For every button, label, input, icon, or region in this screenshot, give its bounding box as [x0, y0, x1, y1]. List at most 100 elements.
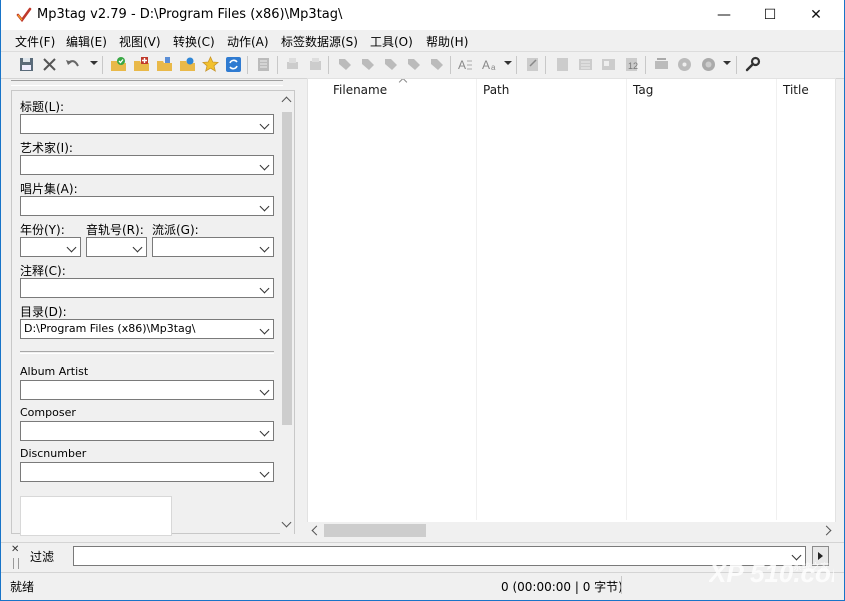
- comment-label: 注释(C):: [20, 264, 66, 278]
- filename-filename-icon[interactable]: [382, 55, 401, 74]
- menu-convert[interactable]: 转换(C): [173, 33, 215, 50]
- status-text: 就绪: [10, 580, 35, 594]
- chevron-down-icon[interactable]: [66, 242, 77, 253]
- column-header-title[interactable]: Title: [783, 83, 809, 97]
- close-button[interactable]: ✕: [793, 0, 839, 30]
- favorites-star-icon[interactable]: [201, 55, 220, 74]
- discogs-icon[interactable]: [699, 55, 718, 74]
- chevron-down-icon[interactable]: [259, 385, 270, 396]
- chevron-down-icon[interactable]: [259, 242, 270, 253]
- filter-input[interactable]: [73, 546, 806, 566]
- menu-edit[interactable]: 编辑(E): [66, 33, 107, 50]
- auto-numbering-icon[interactable]: A: [456, 55, 475, 74]
- menu-actions[interactable]: 动作(A): [227, 33, 269, 50]
- album-field[interactable]: [20, 196, 274, 216]
- musicbrainz-icon[interactable]: [675, 55, 694, 74]
- chevron-down-icon[interactable]: [259, 324, 270, 335]
- year-field[interactable]: [20, 237, 81, 257]
- genre-field[interactable]: [152, 237, 274, 257]
- directory-value: D:\Program Files (x86)\Mp3tag\: [24, 322, 196, 335]
- filter-grip[interactable]: [13, 558, 19, 569]
- freedb-icon[interactable]: [652, 55, 671, 74]
- column-header-tag[interactable]: Tag: [633, 83, 653, 97]
- menu-tag-sources[interactable]: 标签数据源(S): [281, 33, 358, 50]
- chevron-down-icon[interactable]: [259, 160, 270, 171]
- minimize-button[interactable]: —: [701, 0, 747, 30]
- track-field[interactable]: [86, 237, 147, 257]
- file-list-body[interactable]: [308, 102, 835, 520]
- web-source-icon[interactable]: [599, 55, 618, 74]
- scroll-down-icon[interactable]: [281, 517, 292, 528]
- album-artist-field[interactable]: [20, 380, 274, 400]
- menu-help[interactable]: 帮助(H): [426, 33, 468, 50]
- chevron-down-icon[interactable]: [132, 242, 143, 253]
- file-list-hscrollbar[interactable]: [307, 522, 836, 539]
- column-header-path[interactable]: Path: [483, 83, 509, 97]
- numbering-icon[interactable]: 12: [622, 55, 641, 74]
- discnumber-label: Discnumber: [20, 447, 87, 460]
- undo-dropdown-icon[interactable]: [90, 61, 98, 65]
- scroll-left-icon[interactable]: [311, 525, 322, 536]
- tag-filename-icon[interactable]: [336, 55, 355, 74]
- album-label: 唱片集(A):: [20, 182, 78, 196]
- maximize-button[interactable]: ☐: [747, 0, 793, 30]
- tag-panel-icon[interactable]: [254, 55, 273, 74]
- save-icon[interactable]: [17, 55, 36, 74]
- title-field[interactable]: [20, 114, 274, 134]
- file-list[interactable]: Filename Path Tag Title: [307, 78, 836, 539]
- chevron-down-icon[interactable]: [259, 119, 270, 130]
- open-folder-icon[interactable]: [155, 55, 174, 74]
- copy-icon[interactable]: [306, 55, 325, 74]
- filter-close-icon[interactable]: ✕: [11, 544, 19, 555]
- track-label: 音轨号(R):: [86, 223, 144, 237]
- tag-tag-icon[interactable]: [428, 55, 447, 74]
- menu-view[interactable]: 视图(V): [119, 33, 161, 50]
- filename-tag-icon[interactable]: [359, 55, 378, 74]
- actions-dropdown-icon[interactable]: [504, 61, 512, 65]
- artist-field[interactable]: [20, 155, 274, 175]
- scroll-up-icon[interactable]: [281, 96, 292, 107]
- column-divider: [476, 79, 477, 520]
- playlist-icon[interactable]: [576, 55, 595, 74]
- app-window: Mp3tag v2.79 - D:\Program Files (x86)\Mp…: [1, 0, 844, 600]
- print-icon[interactable]: [283, 55, 302, 74]
- menu-tools[interactable]: 工具(O): [370, 33, 413, 50]
- change-directory-icon[interactable]: [109, 55, 128, 74]
- playlist-folder-icon[interactable]: [178, 55, 197, 74]
- comment-field[interactable]: [20, 278, 274, 298]
- remove-tag-icon[interactable]: [40, 55, 59, 74]
- refresh-icon[interactable]: [224, 55, 243, 74]
- directory-label: 目录(D):: [20, 305, 67, 319]
- window-title: Mp3tag v2.79 - D:\Program Files (x86)\Mp…: [37, 7, 343, 22]
- chevron-down-icon[interactable]: [259, 283, 270, 294]
- column-divider: [626, 79, 627, 520]
- menu-file[interactable]: 文件(F): [15, 33, 55, 50]
- directory-field[interactable]: D:\Program Files (x86)\Mp3tag\: [20, 319, 274, 339]
- album-artist-label: Album Artist: [20, 365, 89, 378]
- tag-panel-grip[interactable]: [11, 80, 283, 86]
- chevron-down-icon[interactable]: [259, 467, 270, 478]
- scroll-thumb[interactable]: [282, 112, 292, 425]
- options-wrench-icon[interactable]: [743, 55, 762, 74]
- hscroll-thumb[interactable]: [324, 524, 426, 537]
- case-conversion-icon[interactable]: Aa: [480, 55, 499, 74]
- chevron-down-icon[interactable]: [259, 426, 270, 437]
- title-label: 标题(L):: [20, 100, 65, 114]
- scroll-right-icon[interactable]: [821, 525, 832, 536]
- export-icon[interactable]: [553, 55, 572, 74]
- tag-sources-dropdown-icon[interactable]: [723, 61, 731, 65]
- cover-art-box[interactable]: [20, 496, 172, 536]
- add-directory-icon[interactable]: [132, 55, 151, 74]
- column-divider: [776, 79, 777, 520]
- composer-field[interactable]: [20, 421, 274, 441]
- panel-splitter[interactable]: [298, 80, 304, 540]
- chevron-down-icon[interactable]: [259, 201, 270, 212]
- genre-label: 流派(G):: [152, 223, 199, 237]
- tag-panel-scrollbar[interactable]: [280, 92, 294, 534]
- discnumber-field[interactable]: [20, 462, 274, 482]
- extended-tags-icon[interactable]: [523, 55, 542, 74]
- text-file-tag-icon[interactable]: [405, 55, 424, 74]
- column-header-filename[interactable]: Filename: [333, 83, 387, 97]
- status-separator: [621, 576, 622, 594]
- undo-icon[interactable]: [63, 55, 82, 74]
